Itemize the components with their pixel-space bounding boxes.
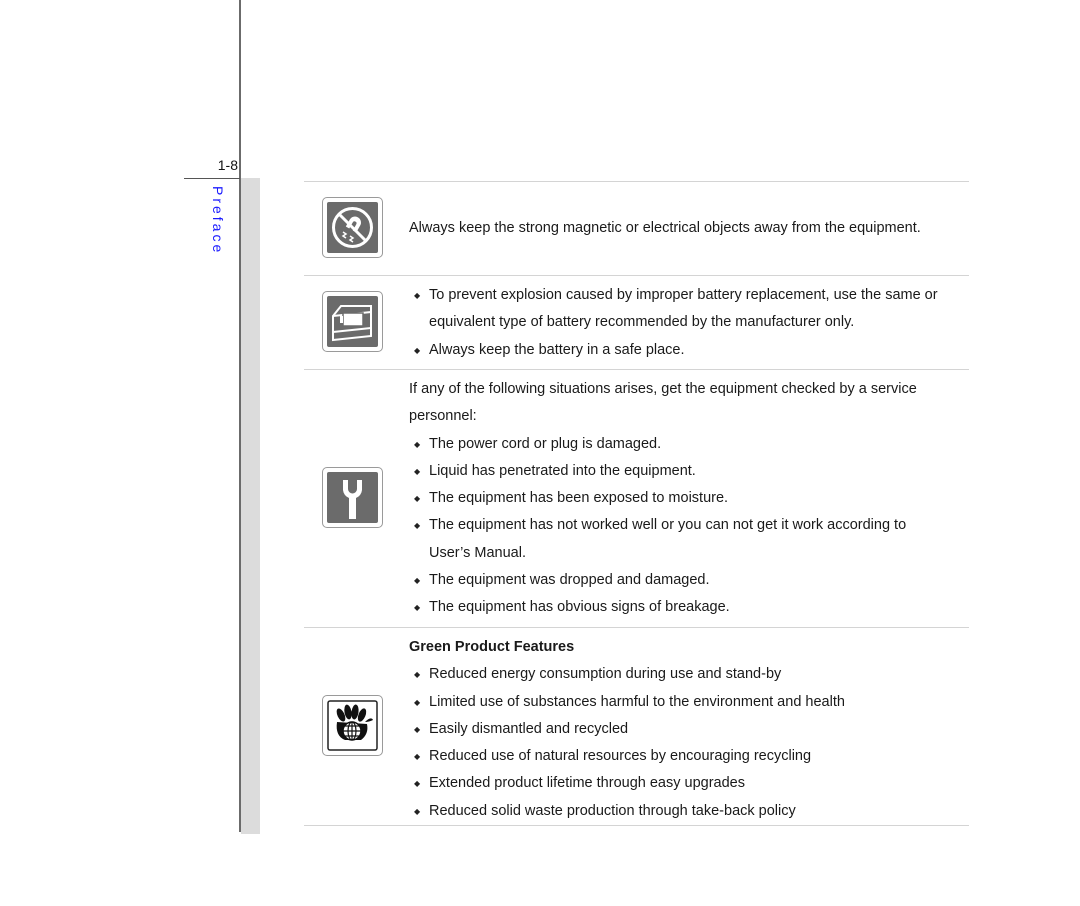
divider [304,825,969,826]
divider [304,627,969,628]
list-item: To prevent explosion caused by improper … [409,282,969,337]
green-globe-hand-icon [322,695,383,756]
block-green-text: Green Product Features Reduced energy co… [409,634,969,825]
divider [304,369,969,370]
block-magnet-text: Always keep the strong magnetic or elect… [409,215,921,242]
no-magnet-icon [322,197,383,258]
divider [304,181,969,182]
paragraph: Always keep the strong magnetic or elect… [409,220,921,236]
list-item: The equipment has obvious signs of break… [409,594,969,622]
battery-box-icon [322,291,383,352]
block-service-text: If any of the following situations arise… [409,376,969,622]
list-item: Limited use of substances harmful to the… [409,689,969,717]
list-item: Always keep the battery in a safe place. [409,337,969,365]
list-item: Reduced solid waste production through t… [409,798,969,826]
list-item: Reduced use of natural resources by enco… [409,743,969,771]
list-item: Liquid has penetrated into the equipment… [409,458,969,486]
margin-shade-strip [241,178,260,834]
page-number-rule [184,178,240,179]
list-item: Reduced energy consumption during use an… [409,661,969,689]
section-heading: Green Product Features [409,639,575,655]
list-item: The equipment has not worked well or you… [409,512,949,567]
block-battery-text: To prevent explosion caused by improper … [409,282,969,364]
list-item: The equipment has been exposed to moistu… [409,485,969,513]
list-item: The equipment was dropped and damaged. [409,567,969,595]
list-item: The power cord or plug is damaged. [409,431,969,459]
list-item: Extended product lifetime through easy u… [409,770,969,798]
wrench-icon [322,467,383,528]
divider [304,275,969,276]
list-item: Easily dismantled and recycled [409,716,969,744]
paragraph: If any of the following situations arise… [409,381,917,425]
section-label: Preface [210,186,226,256]
page-number: 1-8 [217,157,238,173]
